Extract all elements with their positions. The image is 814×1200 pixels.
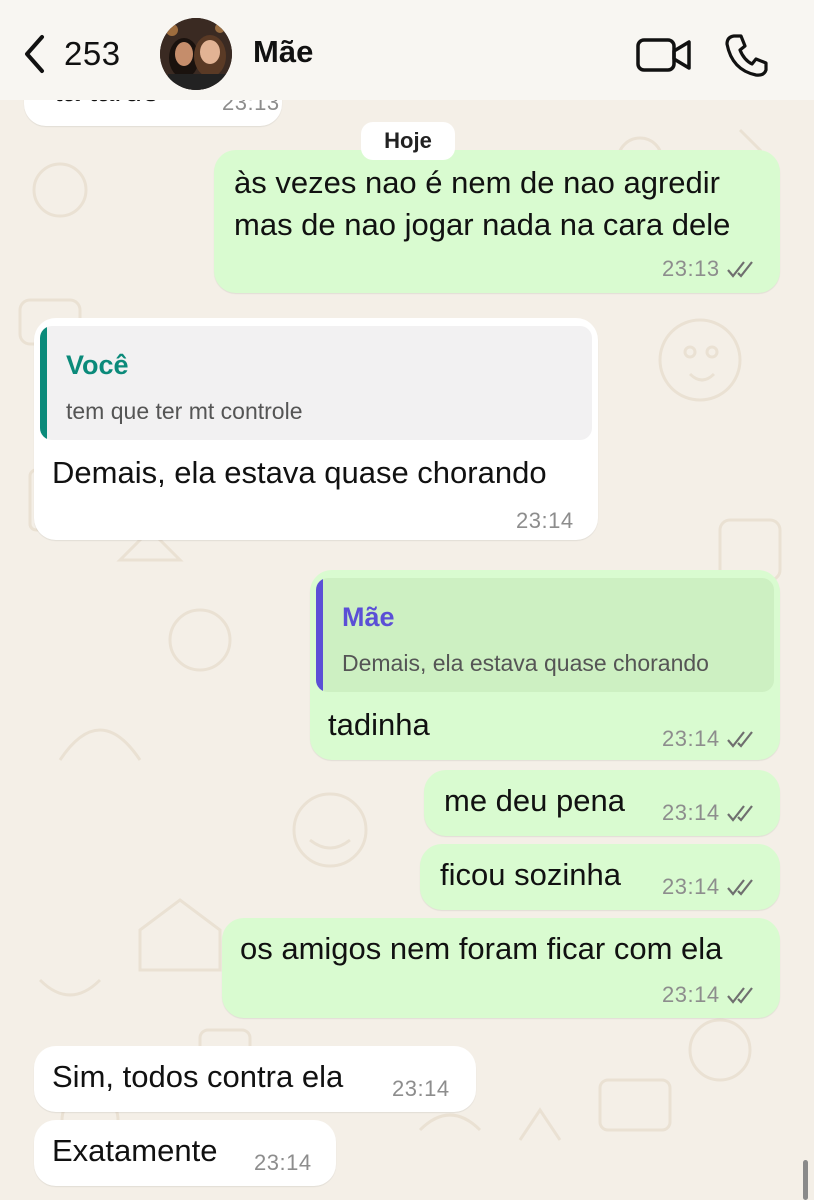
message-time: 23:14 bbox=[662, 726, 720, 751]
message-bubble-outgoing[interactable]: ficou sozinha 23:14 bbox=[420, 844, 780, 910]
message-time: 23:14 bbox=[516, 508, 574, 533]
scrollbar-thumb[interactable] bbox=[803, 1160, 808, 1200]
message-text-line-1: às vezes nao é nem de nao agredir bbox=[234, 165, 720, 200]
avatar[interactable] bbox=[160, 18, 232, 90]
double-check-icon bbox=[726, 987, 753, 1004]
message-time: 23:13 bbox=[662, 256, 720, 281]
quoted-message[interactable]: Você tem que ter mt controle bbox=[40, 326, 592, 440]
message-meta: 23:14 bbox=[662, 982, 756, 1008]
quote-accent-bar bbox=[316, 578, 323, 692]
quote-text: Demais, ela estava quase chorando bbox=[342, 650, 709, 676]
video-camera-icon[interactable] bbox=[636, 36, 692, 74]
contact-name[interactable]: Mãe bbox=[253, 34, 313, 70]
message-meta: 23:13 bbox=[662, 256, 756, 282]
double-check-icon bbox=[726, 261, 753, 278]
chevron-left-icon bbox=[25, 35, 44, 73]
message-text: tadinha bbox=[328, 707, 430, 742]
double-check-icon bbox=[726, 879, 753, 896]
message-bubble-outgoing[interactable]: me deu pena 23:14 bbox=[424, 770, 780, 836]
message-bubble-outgoing[interactable]: Mãe Demais, ela estava quase chorando ta… bbox=[310, 570, 780, 760]
quote-author: Mãe bbox=[342, 602, 395, 632]
double-check-icon bbox=[726, 731, 753, 748]
message-time: 23:14 bbox=[392, 1076, 450, 1101]
message-bubble-incoming[interactable]: Exatamente 23:14 bbox=[34, 1120, 336, 1186]
message-meta: 23:14 bbox=[662, 726, 756, 752]
message-text: me deu pena bbox=[444, 783, 625, 818]
message-meta: 23:14 bbox=[662, 800, 756, 826]
quoted-message[interactable]: Mãe Demais, ela estava quase chorando bbox=[316, 578, 774, 692]
chat-header: 253 Mãe bbox=[0, 0, 814, 100]
message-meta: 23:14 bbox=[662, 874, 756, 900]
message-text: Demais, ela estava quase chorando bbox=[52, 455, 547, 490]
message-time: 23:14 bbox=[662, 982, 720, 1007]
double-check-icon bbox=[726, 805, 753, 822]
message-bubble-outgoing[interactable]: às vezes nao é nem de nao agredir mas de… bbox=[214, 150, 780, 293]
message-text: Exatamente bbox=[52, 1133, 218, 1168]
message-text: Sim, todos contra ela bbox=[52, 1059, 344, 1094]
message-list[interactable]: tá tarde 23:13 Hoje às vezes nao é nem d… bbox=[0, 0, 814, 1200]
quote-author: Você bbox=[66, 350, 129, 380]
avatar-photo bbox=[160, 18, 232, 90]
message-text: os amigos nem foram ficar com ela bbox=[240, 931, 723, 966]
message-bubble-outgoing[interactable]: os amigos nem foram ficar com ela 23:14 bbox=[222, 918, 780, 1018]
unread-count: 253 bbox=[64, 35, 121, 72]
message-text: ficou sozinha bbox=[440, 857, 621, 892]
message-time: 23:14 bbox=[662, 874, 720, 899]
message-bubble-incoming[interactable]: Você tem que ter mt controle Demais, ela… bbox=[34, 318, 598, 540]
message-time: 23:14 bbox=[254, 1150, 312, 1175]
quote-text: tem que ter mt controle bbox=[66, 398, 303, 424]
back-button[interactable]: 253 bbox=[22, 30, 121, 78]
message-time: 23:14 bbox=[662, 800, 720, 825]
day-separator: Hoje bbox=[361, 122, 455, 160]
message-bubble-incoming[interactable]: Sim, todos contra ela 23:14 bbox=[34, 1046, 476, 1112]
message-text-line-2: mas de nao jogar nada na cara dele bbox=[234, 207, 731, 242]
quote-accent-bar bbox=[40, 326, 47, 440]
phone-icon[interactable] bbox=[724, 32, 770, 78]
